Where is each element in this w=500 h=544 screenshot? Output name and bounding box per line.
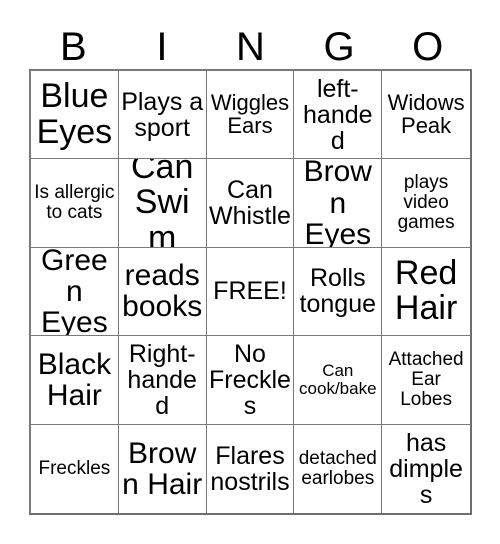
bingo-header-letter-b: B [59, 25, 87, 69]
bingo-cell-free[interactable]: FREE! [206, 247, 295, 337]
bingo-cell[interactable]: No Freckles [206, 336, 295, 425]
bingo-cell-label: has dimples [389, 428, 463, 509]
bingo-cell[interactable]: has dimples [382, 424, 470, 513]
bingo-cell-label: plays video games [397, 172, 455, 233]
bingo-cell[interactable]: Brown Eyes [294, 159, 383, 248]
bingo-cell[interactable]: Can Swim [118, 159, 207, 248]
bingo-cell-label: left-handed [303, 74, 373, 155]
bingo-cell[interactable]: Rolls tongue [294, 247, 383, 337]
bingo-cell[interactable]: Red Hair [382, 247, 470, 337]
bingo-cell-label: No Freckles [209, 339, 291, 420]
bingo-cell[interactable]: Wiggles Ears [206, 71, 295, 160]
bingo-header-row: B I N G O [29, 22, 472, 68]
bingo-grid: Blue Eyes Plays a sport Wiggles Ears lef… [29, 69, 472, 515]
bingo-cell-label: Brown Hair [122, 436, 203, 501]
bingo-cell-label: Blue Eyes [36, 77, 113, 151]
bingo-cell[interactable]: plays video games [382, 159, 470, 248]
bingo-cell[interactable]: Can Whistle [206, 159, 295, 248]
bingo-cell-label: Plays a sport [121, 87, 204, 142]
bingo-cell-label: FREE! [213, 277, 287, 306]
bingo-cell[interactable]: Can cook/bake [294, 336, 383, 425]
bingo-cell-label: Right-handed [127, 339, 197, 420]
bingo-cell[interactable]: Attached Ear Lobes [382, 336, 470, 425]
bingo-cell[interactable]: Black Hair [31, 336, 119, 425]
bingo-cell[interactable]: Green Eyes [31, 247, 119, 337]
bingo-header-letter-o: O [412, 25, 444, 69]
bingo-cell[interactable]: Freckles [31, 424, 119, 513]
bingo-header-letter-n: N [236, 25, 265, 69]
bingo-cell-label: Attached Ear Lobes [388, 349, 464, 410]
bingo-cell[interactable]: Flares nostrils [206, 424, 295, 513]
bingo-cell[interactable]: reads books [118, 247, 207, 337]
bingo-cell[interactable]: detached earlobes [294, 424, 383, 513]
bingo-card: B I N G O Blue Eyes Plays a sport Wiggle… [0, 0, 500, 544]
bingo-cell[interactable]: Is allergic to cats [31, 159, 119, 248]
bingo-cell-label: Widows Peak [387, 89, 465, 138]
bingo-cell-label: Can cook/bake [299, 361, 377, 398]
bingo-cell-label: Green Eyes [41, 247, 108, 337]
bingo-cell-label: Can Whistle [209, 176, 291, 231]
bingo-cell-label: Red Hair [394, 254, 458, 328]
bingo-cell-label: Brown Eyes [303, 159, 372, 248]
bingo-cell[interactable]: Right-handed [118, 336, 207, 425]
bingo-cell[interactable]: Blue Eyes [31, 71, 119, 160]
bingo-cell-label: Freckles [38, 457, 111, 479]
bingo-cell-label: Wiggles Ears [210, 89, 290, 138]
bingo-cell-label: Is allergic to cats [34, 182, 115, 224]
bingo-cell-label: Flares nostrils [210, 441, 290, 496]
bingo-cell-label: reads books [122, 259, 203, 324]
bingo-cell-label: Rolls tongue [299, 264, 377, 319]
bingo-cell-label: Black Hair [37, 347, 112, 412]
bingo-cell[interactable]: Widows Peak [382, 71, 470, 160]
bingo-cell[interactable]: Plays a sport [118, 71, 207, 160]
bingo-cell[interactable]: Brown Hair [118, 424, 207, 513]
bingo-header-letter-i: I [156, 25, 168, 69]
bingo-cell[interactable]: left-handed [294, 71, 383, 160]
bingo-header-letter-g: G [323, 25, 355, 69]
bingo-cell-label: Can Swim [131, 159, 194, 248]
bingo-cell-label: detached earlobes [298, 448, 377, 489]
